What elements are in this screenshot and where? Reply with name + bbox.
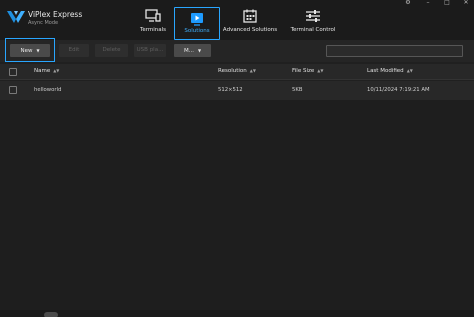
nav-terminal-control[interactable]: Terminal Control [286,3,340,39]
nav-solutions-label: Solutions [184,28,210,34]
column-header-resolution[interactable]: Resolution ▲▼ [218,68,256,74]
calendar-icon [243,9,257,23]
cell-file-size: 5KB [292,87,303,93]
nav-terminal-control-label: Terminal Control [290,27,336,33]
solutions-list-area [0,100,474,310]
sort-icon: ▲▼ [406,68,413,73]
edit-button[interactable]: Edit [59,44,89,57]
terminals-icon [145,9,161,22]
app-title: ViPlex Express [28,10,83,19]
cell-name: helloworld [34,87,62,93]
sliders-icon [306,10,320,22]
table-row[interactable]: helloworld 512×512 5KB 10/11/2024 7:19:2… [0,81,474,100]
status-bar [0,310,474,317]
nav-advanced-solutions-label: Advanced Solutions [222,27,278,33]
column-header-file-size[interactable]: File Size ▲▼ [292,68,323,74]
column-header-name[interactable]: Name ▲▼ [34,68,59,74]
settings-icon[interactable]: ⚙ [402,0,414,6]
sort-icon: ▲▼ [53,68,60,73]
sort-icon: ▲▼ [317,68,324,73]
sort-icon: ▲▼ [249,68,256,73]
cell-resolution: 512×512 [218,87,243,93]
delete-button[interactable]: Delete [95,44,128,57]
close-button[interactable]: ✕ [460,0,472,6]
search-input[interactable] [326,45,463,57]
select-all-checkbox[interactable] [9,68,17,76]
new-button-highlight [5,38,55,62]
mode-toggle[interactable] [44,312,58,317]
usb-playback-button[interactable]: USB pla... [134,44,166,57]
minimize-button[interactable]: – [422,0,434,6]
nav-solutions[interactable]: Solutions [174,7,220,40]
nav-advanced-solutions[interactable]: Advanced Solutions [222,3,278,39]
more-button-label: M... [183,48,194,54]
more-button[interactable]: M... ▼ [174,44,211,57]
chevron-down-icon: ▼ [197,48,202,53]
column-header-last-modified[interactable]: Last Modified ▲▼ [367,68,413,74]
table-header: Name ▲▼ Resolution ▲▼ File Size ▲▼ Last Mod… [0,64,474,80]
solutions-icon [191,13,203,26]
nav-terminals-label: Terminals [139,27,167,33]
nav-terminals[interactable]: Terminals [133,3,173,39]
viplex-logo-icon [7,11,25,23]
maximize-button[interactable]: □ [441,0,453,6]
row-checkbox[interactable] [9,86,17,94]
top-navigation-bar: ViPlex Express Async Mode Terminals Solu… [0,0,474,40]
app-mode-label: Async Mode [28,20,59,26]
cell-last-modified: 10/11/2024 7:19:21 AM [367,87,430,93]
